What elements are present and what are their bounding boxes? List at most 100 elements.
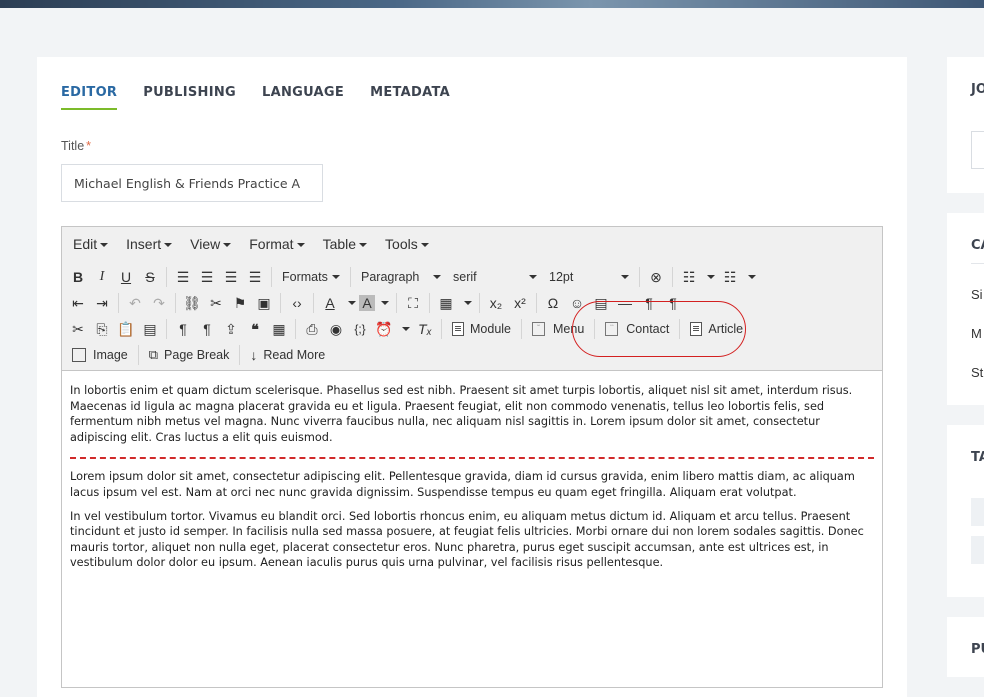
text-color-icon[interactable]: A [318,291,342,315]
sidebar-card-title: PU [971,642,984,657]
toolbar-divider [429,293,430,313]
code-sample-icon[interactable]: {;} [348,317,372,341]
image-icon[interactable]: ▣ [252,291,276,315]
font-family-dropdown[interactable]: serif [447,265,543,289]
image-icon [72,348,86,362]
chevron-down-icon [621,275,629,279]
tab-metadata[interactable]: METADATA [370,85,450,110]
chevron-down-icon[interactable] [742,265,759,289]
upload-icon[interactable]: ⇪ [219,317,243,341]
title-input[interactable] [61,164,323,202]
read-more-button[interactable]: ↓ Read More [244,343,331,367]
code-icon[interactable]: ‹› [285,291,309,315]
paste-icon[interactable]: 📋 [114,317,138,341]
blockquote-icon[interactable]: ❝ [243,317,267,341]
background-color-icon[interactable]: A [359,295,375,311]
chevron-down-icon[interactable] [342,291,359,315]
align-center-icon[interactable]: ☰ [195,265,219,289]
menu-tools[interactable]: Tools [385,236,429,252]
chevron-down-icon[interactable] [458,291,475,315]
chevron-down-icon [164,243,173,248]
align-justify-icon[interactable]: ☰ [243,265,267,289]
tab-publishing[interactable]: PUBLISHING [143,85,236,110]
link-icon[interactable]: ⛓ [180,291,204,315]
document-icon [452,322,464,336]
editor-toolbar: Edit Insert View Format Table Tools B I … [62,227,882,371]
block-format-dropdown[interactable]: Paragraph [355,265,447,289]
tab-language[interactable]: LANGUAGE [262,85,344,110]
formats-dropdown[interactable]: Formats [276,265,346,289]
clock-icon[interactable]: ⏰ [372,317,396,341]
unlink-icon[interactable]: ✂ [204,291,228,315]
find-replace-icon[interactable]: ⊗ [644,265,668,289]
numbered-list-icon[interactable]: ☷ [718,265,742,289]
page-break-marker [70,457,874,460]
required-mark: * [86,139,92,153]
bookmark-icon[interactable]: ⚑ [228,291,252,315]
chevron-down-icon[interactable] [701,265,718,289]
image-button[interactable]: Image [66,343,134,367]
menu-table[interactable]: Table [322,236,368,252]
preview-icon[interactable]: ◉ [324,317,348,341]
tab-editor[interactable]: EDITOR [61,85,118,110]
menu-edit[interactable]: Edit [73,236,109,252]
sidebar-input[interactable] [971,131,984,169]
highlight-annotation [572,301,746,357]
chevron-down-icon [529,275,537,279]
chevron-down-icon[interactable] [375,291,392,315]
editor-content[interactable]: In lobortis enim et quam dictum sceleris… [62,371,882,571]
rtl-icon[interactable]: ¶ [195,317,219,341]
menu-edit-label: Edit [73,236,98,252]
menu-view[interactable]: View [190,236,232,252]
menu-item-icon: ▫▫ [532,322,545,336]
toolbar-divider [166,319,167,339]
editor-menubar: Edit Insert View Format Table Tools [62,227,447,261]
redo-icon[interactable]: ↷ [147,291,171,315]
menu-table-label: Table [322,236,357,252]
copy-icon[interactable]: ⎘ [90,317,114,341]
size-label: 12pt [549,270,574,284]
chevron-down-icon [296,243,305,248]
sidebar-tag[interactable] [971,536,984,564]
align-left-icon[interactable]: ☰ [171,265,195,289]
special-character-icon[interactable]: Ω [541,291,565,315]
strikethrough-icon[interactable]: S [138,265,162,289]
menu-format[interactable]: Format [249,236,305,252]
table-icon[interactable]: ▦ [434,291,458,315]
menu-tools-label: Tools [385,236,418,252]
sidebar-item: Si [971,287,983,302]
toolbar-divider [521,319,522,339]
bullet-list-icon[interactable]: ☷ [677,265,701,289]
underline-icon[interactable]: U [114,265,138,289]
chevron-down-icon [420,243,429,248]
page-break-button[interactable]: ⧉ Page Break [143,343,236,367]
sidebar-tag[interactable] [971,498,984,526]
title-label: Title * [61,139,91,153]
italic-icon[interactable]: I [90,265,114,289]
clear-formatting-icon[interactable]: Tₓ [413,317,437,341]
superscript-icon[interactable]: x² [508,291,532,315]
menu-insert[interactable]: Insert [126,236,173,252]
ltr-icon[interactable]: ¶ [171,317,195,341]
subscript-icon[interactable]: x₂ [484,291,508,315]
indent-icon[interactable]: ⇥ [90,291,114,315]
template-icon[interactable]: ▦ [267,317,291,341]
sidebar-card-4: PU [947,617,984,677]
caret-shape [707,275,715,279]
align-right-icon[interactable]: ☰ [219,265,243,289]
sidebar-card-1: JO [947,57,984,193]
font-label: serif [453,270,477,284]
toolbar-row-1: B I U S ☰ ☰ ☰ ☰ Formats Paragraph serif … [66,264,759,290]
chevron-down-icon [100,243,109,248]
chevron-down-icon[interactable] [396,317,413,341]
paste-text-icon[interactable]: ▤ [138,317,162,341]
editor-card: EDITOR PUBLISHING LANGUAGE METADATA Titl… [37,57,907,697]
bold-icon[interactable]: B [66,265,90,289]
undo-icon[interactable]: ↶ [123,291,147,315]
fullscreen-icon[interactable]: ⛶ [401,291,425,315]
module-button[interactable]: Module [446,317,517,341]
cut-icon[interactable]: ✂ [66,317,90,341]
outdent-icon[interactable]: ⇤ [66,291,90,315]
print-icon[interactable]: ⎙ [300,317,324,341]
font-size-dropdown[interactable]: 12pt [543,265,635,289]
